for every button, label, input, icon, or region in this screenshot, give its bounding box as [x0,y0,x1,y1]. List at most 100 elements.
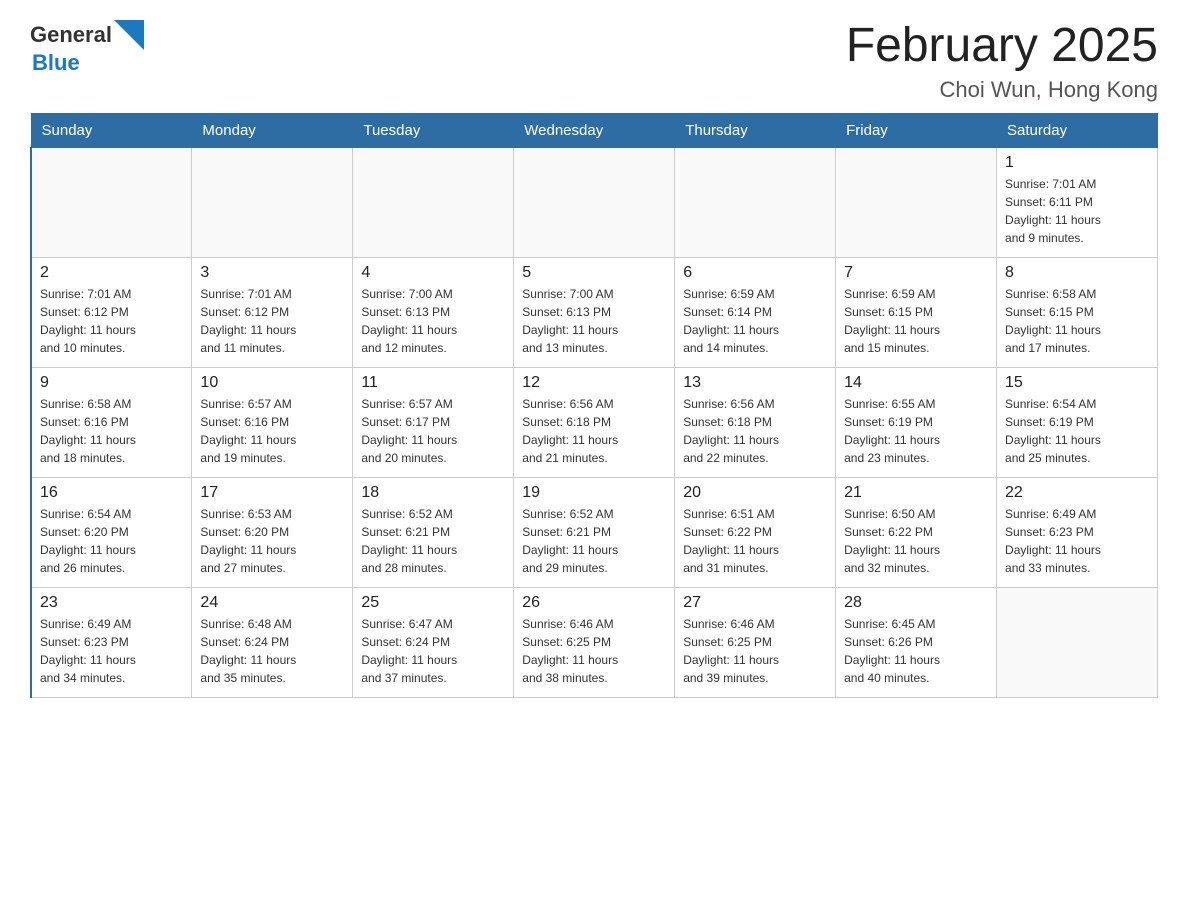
weekday-header-friday: Friday [836,113,997,147]
day-number: 5 [522,264,666,282]
calendar-day-cell [675,147,836,257]
calendar-day-cell: 10Sunrise: 6:57 AMSunset: 6:16 PMDayligh… [192,367,353,477]
day-info: Sunrise: 6:49 AMSunset: 6:23 PMDaylight:… [1005,505,1149,577]
day-number: 4 [361,264,505,282]
calendar-week-row: 9 Sunrise: 6:58 AMSunset: 6:16 PMDaylight… [31,367,1158,477]
calendar-day-cell: 4 Sunrise: 7:00 AMSunset: 6:13 PMDaylight… [353,257,514,367]
calendar-day-cell: 17 Sunrise: 6:53 AMSunset: 6:20 PMDayligh… [192,477,353,587]
weekday-header-monday: Monday [192,113,353,147]
day-info: Sunrise: 6:56 AMSunset: 6:18 PMDaylight:… [522,395,666,467]
day-number: 9 [40,374,183,392]
logo-icon [114,20,144,50]
calendar-day-cell: 2 Sunrise: 7:01 AMSunset: 6:12 PMDaylight… [31,257,192,367]
day-info: Sunrise: 6:48 AMSunset: 6:24 PMDaylight:… [200,615,344,687]
calendar-day-cell: 7 Sunrise: 6:59 AMSunset: 6:15 PMDaylight… [836,257,997,367]
calendar-day-cell: 28Sunrise: 6:45 AMSunset: 6:26 PMDayligh… [836,587,997,697]
calendar-week-row: 16Sunrise: 6:54 AMSunset: 6:20 PMDayligh… [31,477,1158,587]
calendar-day-cell: 16Sunrise: 6:54 AMSunset: 6:20 PMDayligh… [31,477,192,587]
weekday-header-thursday: Thursday [675,113,836,147]
day-number: 21 [844,484,988,502]
day-info: Sunrise: 6:51 AMSunset: 6:22 PMDaylight:… [683,505,827,577]
day-number: 28 [844,594,988,612]
day-info: Sunrise: 6:55 AMSunset: 6:19 PMDaylight:… [844,395,988,467]
calendar-day-cell: 12Sunrise: 6:56 AMSunset: 6:18 PMDayligh… [514,367,675,477]
day-info: Sunrise: 6:46 AMSunset: 6:25 PMDaylight:… [683,615,827,687]
calendar-day-cell: 1 Sunrise: 7:01 AMSunset: 6:11 PMDaylight… [997,147,1158,257]
day-info: Sunrise: 6:57 AMSunset: 6:17 PMDaylight:… [361,395,505,467]
location-subtitle: Choi Wun, Hong Kong [846,77,1158,103]
day-info: Sunrise: 7:01 AMSunset: 6:12 PMDaylight:… [40,285,183,357]
day-info: Sunrise: 7:00 AMSunset: 6:13 PMDaylight:… [361,285,505,357]
calendar-day-cell [353,147,514,257]
logo: General Blue [30,20,144,76]
day-number: 26 [522,594,666,612]
weekday-header-tuesday: Tuesday [353,113,514,147]
day-info: Sunrise: 6:54 AMSunset: 6:19 PMDaylight:… [1005,395,1149,467]
logo-blue-text: Blue [32,50,80,75]
calendar-day-cell [192,147,353,257]
calendar-day-cell: 15 Sunrise: 6:54 AMSunset: 6:19 PMDayligh… [997,367,1158,477]
calendar-day-cell: 19 Sunrise: 6:52 AMSunset: 6:21 PMDayligh… [514,477,675,587]
day-info: Sunrise: 6:56 AMSunset: 6:18 PMDaylight:… [683,395,827,467]
day-number: 24 [200,594,344,612]
day-info: Sunrise: 6:50 AMSunset: 6:22 PMDaylight:… [844,505,988,577]
calendar-table: SundayMondayTuesdayWednesdayThursdayFrid… [30,113,1158,698]
day-number: 6 [683,264,827,282]
day-number: 8 [1005,264,1149,282]
calendar-day-cell: 6 Sunrise: 6:59 AMSunset: 6:14 PMDaylight… [675,257,836,367]
weekday-header-saturday: Saturday [997,113,1158,147]
calendar-week-row: 1 Sunrise: 7:01 AMSunset: 6:11 PMDaylight… [31,147,1158,257]
day-number: 1 [1005,154,1149,172]
calendar-week-row: 2 Sunrise: 7:01 AMSunset: 6:12 PMDaylight… [31,257,1158,367]
day-number: 7 [844,264,988,282]
calendar-day-cell: 26Sunrise: 6:46 AMSunset: 6:25 PMDayligh… [514,587,675,697]
day-number: 2 [40,264,183,282]
day-number: 20 [683,484,827,502]
calendar-day-cell: 3Sunrise: 7:01 AMSunset: 6:12 PMDaylight… [192,257,353,367]
day-number: 13 [683,374,827,392]
calendar-day-cell [514,147,675,257]
weekday-header-sunday: Sunday [31,113,192,147]
day-info: Sunrise: 6:47 AMSunset: 6:24 PMDaylight:… [361,615,505,687]
calendar-day-cell: 8 Sunrise: 6:58 AMSunset: 6:15 PMDaylight… [997,257,1158,367]
day-number: 18 [361,484,505,502]
logo-general-text: General [30,22,112,48]
day-number: 15 [1005,374,1149,392]
day-info: Sunrise: 6:59 AMSunset: 6:14 PMDaylight:… [683,285,827,357]
month-title: February 2025 [846,20,1158,73]
calendar-day-cell: 27Sunrise: 6:46 AMSunset: 6:25 PMDayligh… [675,587,836,697]
day-number: 25 [361,594,505,612]
calendar-day-cell: 24 Sunrise: 6:48 AMSunset: 6:24 PMDayligh… [192,587,353,697]
weekday-header-row: SundayMondayTuesdayWednesdayThursdayFrid… [31,113,1158,147]
day-info: Sunrise: 7:00 AMSunset: 6:13 PMDaylight:… [522,285,666,357]
day-info: Sunrise: 6:52 AMSunset: 6:21 PMDaylight:… [522,505,666,577]
day-info: Sunrise: 6:53 AMSunset: 6:20 PMDaylight:… [200,505,344,577]
weekday-header-wednesday: Wednesday [514,113,675,147]
calendar-day-cell: 9 Sunrise: 6:58 AMSunset: 6:16 PMDaylight… [31,367,192,477]
day-info: Sunrise: 6:52 AMSunset: 6:21 PMDaylight:… [361,505,505,577]
calendar-day-cell: 18 Sunrise: 6:52 AMSunset: 6:21 PMDayligh… [353,477,514,587]
day-number: 11 [361,374,505,392]
calendar-day-cell: 22 Sunrise: 6:49 AMSunset: 6:23 PMDayligh… [997,477,1158,587]
day-number: 14 [844,374,988,392]
day-number: 22 [1005,484,1149,502]
calendar-day-cell: 5 Sunrise: 7:00 AMSunset: 6:13 PMDaylight… [514,257,675,367]
calendar-day-cell [997,587,1158,697]
day-info: Sunrise: 6:49 AMSunset: 6:23 PMDaylight:… [40,615,183,687]
calendar-day-cell: 23Sunrise: 6:49 AMSunset: 6:23 PMDayligh… [31,587,192,697]
calendar-day-cell: 21 Sunrise: 6:50 AMSunset: 6:22 PMDayligh… [836,477,997,587]
calendar-week-row: 23Sunrise: 6:49 AMSunset: 6:23 PMDayligh… [31,587,1158,697]
title-block: February 2025 Choi Wun, Hong Kong [846,20,1158,103]
calendar-day-cell: 20 Sunrise: 6:51 AMSunset: 6:22 PMDayligh… [675,477,836,587]
calendar-day-cell: 13 Sunrise: 6:56 AMSunset: 6:18 PMDayligh… [675,367,836,477]
day-info: Sunrise: 6:58 AMSunset: 6:16 PMDaylight:… [40,395,183,467]
calendar-day-cell: 11 Sunrise: 6:57 AMSunset: 6:17 PMDayligh… [353,367,514,477]
day-info: Sunrise: 6:57 AMSunset: 6:16 PMDaylight:… [200,395,344,467]
page-header: General Blue February 2025 Choi Wun, Hon… [30,20,1158,103]
day-info: Sunrise: 7:01 AMSunset: 6:11 PMDaylight:… [1005,175,1149,247]
day-info: Sunrise: 6:59 AMSunset: 6:15 PMDaylight:… [844,285,988,357]
day-number: 19 [522,484,666,502]
day-info: Sunrise: 7:01 AMSunset: 6:12 PMDaylight:… [200,285,344,357]
day-info: Sunrise: 6:58 AMSunset: 6:15 PMDaylight:… [1005,285,1149,357]
day-number: 17 [200,484,344,502]
